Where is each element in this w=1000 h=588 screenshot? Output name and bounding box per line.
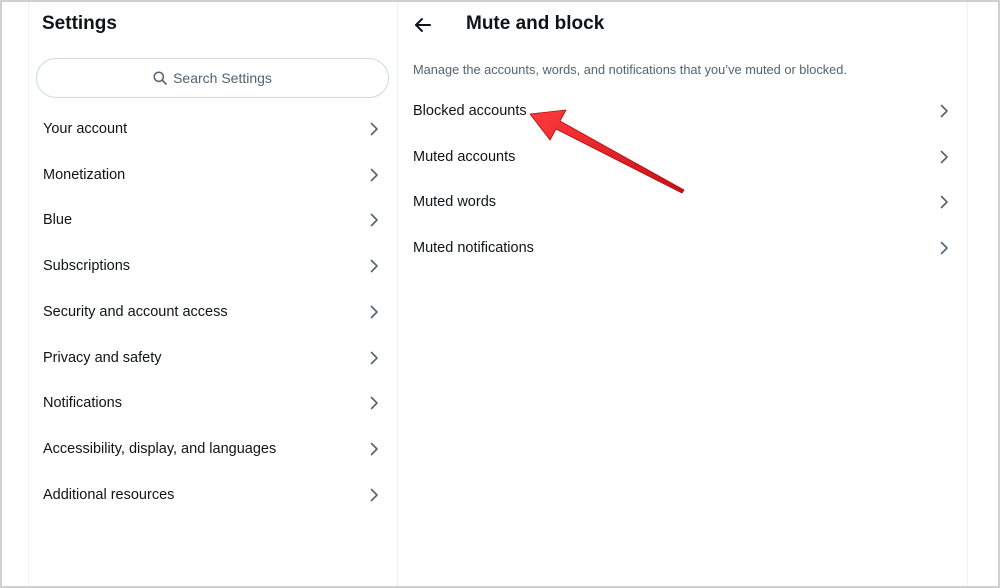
chevron-right-icon (940, 104, 948, 118)
menu-item-label: Blue (43, 212, 73, 229)
search-placeholder: Search Settings (173, 70, 272, 86)
page-title: Mute and block (466, 13, 605, 34)
option-label: Muted notifications (413, 240, 534, 257)
chevron-right-icon (940, 196, 948, 209)
chevron-right-icon (940, 150, 948, 163)
menu-item-security[interactable]: Security and account access (28, 289, 397, 335)
chevron-right-icon (370, 122, 378, 136)
option-label: Muted accounts (413, 148, 516, 165)
option-blocked-accounts[interactable]: Blocked accounts (398, 88, 967, 134)
chevron-right-icon (370, 259, 378, 273)
search-icon (153, 71, 167, 85)
settings-title: Settings (42, 13, 117, 34)
chevron-right-icon (940, 241, 948, 255)
menu-item-notifications[interactable]: Notifications (28, 381, 397, 427)
right-border (967, 2, 968, 586)
settings-column: Settings Search Settings Your account Mo… (28, 2, 397, 586)
option-label: Muted words (413, 194, 497, 211)
chevron-right-icon (370, 168, 378, 181)
option-muted-accounts[interactable]: Muted accounts (398, 134, 967, 180)
menu-item-privacy[interactable]: Privacy and safety (28, 335, 397, 381)
mute-block-panel: Mute and block Manage the accounts, word… (398, 2, 967, 586)
menu-item-subscriptions[interactable]: Subscriptions (28, 243, 397, 289)
menu-item-monetization[interactable]: Monetization (28, 152, 397, 198)
menu-item-label: Accessibility, display, and languages (43, 441, 277, 458)
chevron-right-icon (370, 351, 378, 364)
menu-item-your-account[interactable]: Your account (28, 106, 397, 152)
menu-item-label: Security and account access (43, 303, 228, 320)
arrow-left-icon[interactable] (412, 14, 434, 36)
chevron-right-icon (370, 442, 378, 456)
menu-item-label: Your account (43, 120, 128, 137)
option-muted-notifications[interactable]: Muted notifications (398, 225, 967, 271)
chevron-right-icon (370, 488, 378, 502)
menu-item-label: Privacy and safety (43, 349, 162, 366)
menu-item-additional-resources[interactable]: Additional resources (28, 472, 397, 518)
mute-block-options: Blocked accounts Muted accounts Muted wo… (398, 88, 967, 271)
menu-item-blue[interactable]: Blue (28, 198, 397, 244)
search-settings-input[interactable]: Search Settings (36, 58, 389, 98)
menu-item-accessibility[interactable]: Accessibility, display, and languages (28, 426, 397, 472)
chevron-right-icon (370, 214, 378, 227)
page-description: Manage the accounts, words, and notifica… (413, 62, 847, 77)
menu-item-label: Notifications (43, 395, 122, 412)
option-muted-words[interactable]: Muted words (398, 180, 967, 226)
chevron-right-icon (370, 397, 378, 410)
app-window: Settings Search Settings Your account Mo… (0, 0, 1000, 588)
menu-item-label: Subscriptions (43, 258, 131, 275)
menu-item-label: Monetization (43, 166, 126, 183)
chevron-right-icon (370, 305, 378, 319)
option-label: Blocked accounts (413, 102, 527, 119)
settings-menu: Your account Monetization Blue Subscript… (28, 106, 397, 518)
menu-item-label: Additional resources (43, 486, 175, 503)
